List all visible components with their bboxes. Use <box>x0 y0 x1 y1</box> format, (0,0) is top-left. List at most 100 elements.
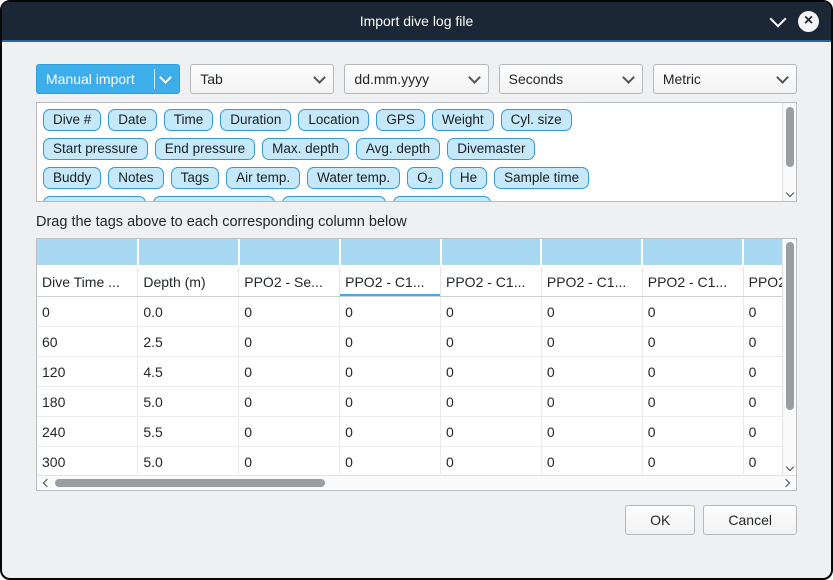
tag-sample-pressure[interactable]: Sample pressure <box>153 196 275 202</box>
tag-air-temp[interactable]: Air temp. <box>226 167 300 189</box>
tag-duration[interactable]: Duration <box>220 109 291 131</box>
table-cell: 120 <box>37 357 138 387</box>
tag-sample-time[interactable]: Sample time <box>494 167 589 189</box>
combo-value: Seconds <box>509 71 618 87</box>
tag-end-pressure[interactable]: End pressure <box>155 138 255 160</box>
table-vertical-scrollbar[interactable] <box>782 239 796 475</box>
tag-max-depth[interactable]: Max. depth <box>262 138 349 160</box>
instruction-text: Drag the tags above to each correspondin… <box>36 214 797 230</box>
drop-target-cell[interactable] <box>239 239 340 266</box>
tag-gps[interactable]: GPS <box>376 109 425 131</box>
chevron-down-icon[interactable] <box>770 11 787 28</box>
tag-row: Start pressure End pressure Max. depth Avg.… <box>43 138 776 160</box>
table-row: 602.5000000 <box>37 327 797 357</box>
table-cell: 0 <box>541 357 642 387</box>
ok-button[interactable]: OK <box>625 505 695 535</box>
window-title: Import dive log file <box>2 13 831 29</box>
table-cell: 0 <box>340 387 441 417</box>
tag-dive[interactable]: Dive # <box>43 109 101 131</box>
tag-sample-cns[interactable]: Sample CNS <box>393 196 491 202</box>
table-cell: 0 <box>441 387 542 417</box>
table-cell: 5.5 <box>138 417 239 447</box>
tag-cyl-size[interactable]: Cyl. size <box>501 109 572 131</box>
table-cell: 0 <box>340 357 441 387</box>
table-cell: 180 <box>37 387 138 417</box>
drop-target-cell[interactable] <box>138 239 239 266</box>
titlebar: Import dive log file × <box>2 2 831 42</box>
scroll-down-arrow-icon[interactable] <box>783 460 797 474</box>
table-cell: 0 <box>541 297 642 327</box>
scroll-left-arrow-icon[interactable] <box>39 476 55 490</box>
tag-notes[interactable]: Notes <box>108 167 163 189</box>
dialog-button-row: OK Cancel <box>36 505 797 535</box>
table-cell: 0 <box>642 447 743 477</box>
combo-value: Manual import <box>46 71 154 87</box>
tag-divemaster[interactable]: Divemaster <box>447 138 535 160</box>
combo-import-mode[interactable]: Manual import <box>36 64 180 94</box>
table-cell: 0 <box>441 357 542 387</box>
tag-list: Dive # Date Time Duration Location GPS Weight C… <box>37 103 796 202</box>
drop-target-cell[interactable] <box>441 239 542 266</box>
table-cell: 0 <box>541 447 642 477</box>
scrollbar-thumb[interactable] <box>786 107 794 167</box>
table-cell: 0 <box>340 297 441 327</box>
scroll-right-arrow-icon[interactable] <box>778 476 794 490</box>
table-cell: 0 <box>239 327 340 357</box>
tag-sample-temp[interactable]: Sample temp. <box>282 196 385 202</box>
table-cell: 0 <box>541 387 642 417</box>
table-cell: 0 <box>340 447 441 477</box>
table-cell: 0 <box>239 447 340 477</box>
table-cell: 60 <box>37 327 138 357</box>
table-cell: 0 <box>642 357 743 387</box>
preview-table: Dive Time ...Depth (m)PPO2 - Se...PPO2 -… <box>36 238 797 491</box>
tag-o[interactable]: O₂ <box>407 167 443 189</box>
tag-start-pressure[interactable]: Start pressure <box>43 138 148 160</box>
drop-target-cell[interactable] <box>37 239 138 266</box>
combo-duration-format[interactable]: Seconds <box>499 64 643 94</box>
tag-he[interactable]: He <box>450 167 487 189</box>
tag-sample-depth[interactable]: Sample depth <box>43 196 146 202</box>
combo-field-separator[interactable]: Tab <box>190 64 334 94</box>
tag-area-scrollbar[interactable] <box>782 103 796 201</box>
table-cell: 240 <box>37 417 138 447</box>
table-row: 00.0000000 <box>37 297 797 327</box>
scroll-down-arrow-icon[interactable] <box>783 186 797 200</box>
tag-tags[interactable]: Tags <box>171 167 220 189</box>
table-row: 2405.5000000 <box>37 417 797 447</box>
table-row: 1805.0000000 <box>37 387 797 417</box>
table-cell: 4.5 <box>138 357 239 387</box>
tag-row: Buddy Notes Tags Air temp. Water temp. O₂ He Sa… <box>43 167 776 189</box>
header-row: Dive Time ...Depth (m)PPO2 - Se...PPO2 -… <box>37 266 797 297</box>
scrollbar-thumb[interactable] <box>786 242 794 410</box>
combo-date-format[interactable]: dd.mm.yyyy <box>344 64 488 94</box>
table-cell: 0 <box>441 447 542 477</box>
drop-target-cell[interactable] <box>541 239 642 266</box>
table-cell: 0 <box>441 327 542 357</box>
tag-avg-depth[interactable]: Avg. depth <box>356 138 440 160</box>
tag-location[interactable]: Location <box>298 109 369 131</box>
combo-units[interactable]: Metric <box>653 64 797 94</box>
tag-buddy[interactable]: Buddy <box>43 167 101 189</box>
table-horizontal-scrollbar[interactable] <box>37 475 796 490</box>
chevron-down-icon <box>154 69 170 89</box>
tag-time[interactable]: Time <box>164 109 214 131</box>
table-cell: 0 <box>642 387 743 417</box>
tag-date[interactable]: Date <box>108 109 157 131</box>
drop-target-cell[interactable] <box>340 239 441 266</box>
tag-water-temp[interactable]: Water temp. <box>307 167 400 189</box>
table-cell: 0 <box>441 297 542 327</box>
close-button[interactable]: × <box>798 11 819 32</box>
table-cell: 0 <box>541 417 642 447</box>
tag-area: Dive # Date Time Duration Location GPS Weight C… <box>36 102 797 202</box>
tag-weight[interactable]: Weight <box>432 109 494 131</box>
table-cell: 0 <box>340 327 441 357</box>
chevron-down-icon <box>309 65 324 93</box>
import-dive-log-dialog: Import dive log file × Manual import Tabd… <box>0 0 833 580</box>
drop-target-cell[interactable] <box>642 239 743 266</box>
column-header: Dive Time ... <box>37 266 138 297</box>
table-cell: 0 <box>642 327 743 357</box>
titlebar-controls: × <box>772 2 819 40</box>
cancel-button[interactable]: Cancel <box>703 505 797 535</box>
drop-target-row <box>37 239 797 266</box>
scrollbar-thumb[interactable] <box>55 479 325 487</box>
